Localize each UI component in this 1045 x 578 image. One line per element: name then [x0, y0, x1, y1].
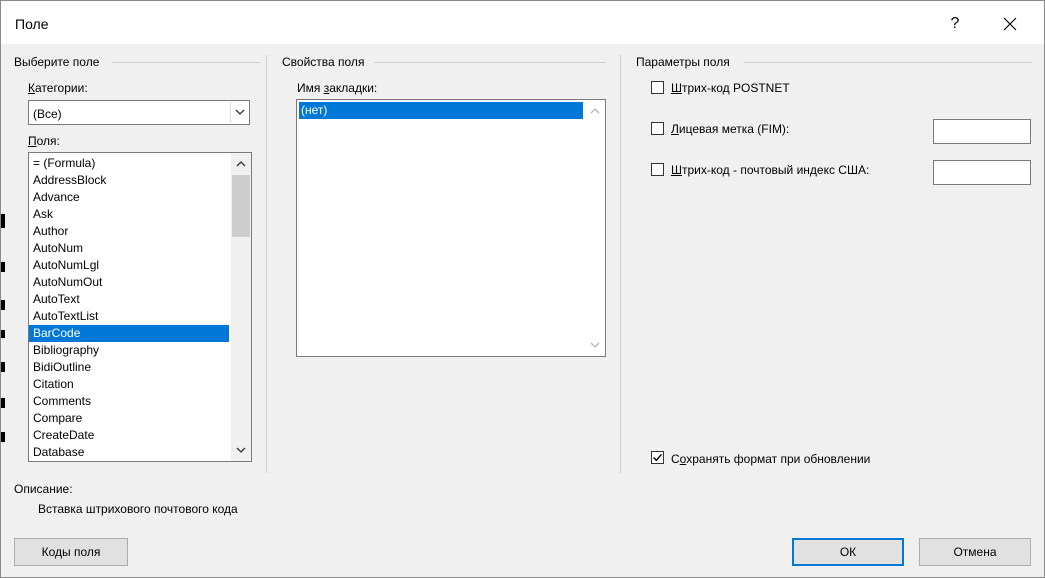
field-properties-group-title: Свойства поля	[282, 55, 365, 69]
cancel-button[interactable]: Отмена	[919, 538, 1031, 566]
fields-scrollbar[interactable]	[231, 153, 251, 461]
fields-listbox[interactable]: = (Formula) AddressBlock Advance Ask Author A…	[28, 152, 252, 462]
background-window-edge	[0, 214, 5, 228]
field-list-item[interactable]: CreateDate	[29, 427, 229, 444]
choose-field-group-title: Выберите поле	[14, 55, 100, 69]
background-window-edge	[0, 262, 5, 272]
group-divider	[266, 55, 267, 473]
field-list-item[interactable]: AddressBlock	[29, 172, 229, 189]
categories-label: Категории:	[28, 81, 88, 95]
fields-label: Поля:	[28, 134, 60, 148]
background-window-edge	[0, 398, 5, 408]
field-list-item[interactable]: AutoNum	[29, 240, 229, 257]
field-list-item[interactable]: Author	[29, 223, 229, 240]
postnet-label: Штрих-код POSTNET	[671, 81, 790, 95]
field-list-item[interactable]: AutoText	[29, 291, 229, 308]
bookmark-scrollbar[interactable]	[585, 100, 605, 356]
bookmark-name-label: Имя закладки:	[297, 81, 378, 95]
field-list-item[interactable]: Compare	[29, 410, 229, 427]
postnet-checkbox[interactable]	[651, 81, 664, 94]
field-options-group-title: Параметры поля	[636, 55, 730, 69]
preserve-format-label: Сохранять формат при обновлении	[671, 452, 871, 466]
chevron-down-icon	[236, 447, 246, 453]
fim-input[interactable]	[933, 119, 1031, 144]
scroll-up-button[interactable]	[585, 102, 605, 119]
zip-input[interactable]	[933, 160, 1031, 185]
group-divider	[374, 62, 606, 63]
chevron-up-icon	[236, 161, 246, 167]
field-list-item[interactable]: Database	[29, 444, 229, 461]
field-list-item[interactable]: Ask	[29, 206, 229, 223]
close-icon	[1003, 17, 1017, 31]
checkmark-icon	[653, 453, 663, 462]
background-window-edge	[0, 300, 5, 310]
help-button[interactable]: ?	[935, 8, 975, 40]
field-list-item[interactable]: Advance	[29, 189, 229, 206]
ok-button[interactable]: ОК	[792, 538, 904, 566]
zip-barcode-label: Штрих-код - почтовый индекс США:	[671, 163, 870, 177]
categories-value: (Все)	[33, 107, 62, 121]
preserve-format-checkbox[interactable]	[651, 451, 664, 464]
field-list-item[interactable]: BarCode	[29, 325, 229, 342]
field-list-item[interactable]: AutoTextList	[29, 308, 229, 325]
scroll-up-button[interactable]	[231, 155, 251, 172]
scroll-down-button[interactable]	[231, 442, 251, 459]
close-button[interactable]	[985, 8, 1035, 40]
field-codes-button[interactable]: Коды поля	[14, 538, 128, 566]
field-list-item[interactable]: Comments	[29, 393, 229, 410]
field-list-item[interactable]: = (Formula)	[29, 155, 229, 172]
categories-combo[interactable]: (Все)	[28, 100, 250, 125]
group-divider	[744, 62, 1032, 63]
zip-barcode-checkbox[interactable]	[651, 163, 664, 176]
title-bar: Поле ?	[0, 0, 1045, 44]
dialog-title: Поле	[15, 16, 49, 32]
bookmark-item[interactable]: (нет)	[299, 102, 583, 119]
group-divider	[620, 55, 621, 473]
field-list-item[interactable]: AutoNumOut	[29, 274, 229, 291]
background-window-edge	[0, 330, 5, 338]
field-list-item[interactable]: Bibliography	[29, 342, 229, 359]
chevron-down-icon	[590, 342, 600, 348]
field-list-item[interactable]: AutoNumLgl	[29, 257, 229, 274]
field-list-item[interactable]: Citation	[29, 376, 229, 393]
background-window-edge	[0, 362, 5, 372]
chevron-up-icon	[590, 108, 600, 114]
scroll-thumb[interactable]	[232, 175, 250, 237]
scroll-down-button[interactable]	[585, 337, 605, 354]
categories-dropdown-button[interactable]	[230, 102, 249, 123]
group-divider	[112, 62, 260, 63]
description-label: Описание:	[14, 482, 73, 496]
chevron-down-icon	[235, 109, 245, 115]
fim-checkbox[interactable]	[651, 122, 664, 135]
bookmark-listbox[interactable]: (нет)	[296, 99, 606, 357]
field-list-item[interactable]: BidiOutline	[29, 359, 229, 376]
description-text: Вставка штрихового почтового кода	[38, 502, 238, 516]
background-window-edge	[0, 432, 5, 442]
fim-label: Лицевая метка (FIM):	[671, 122, 790, 136]
